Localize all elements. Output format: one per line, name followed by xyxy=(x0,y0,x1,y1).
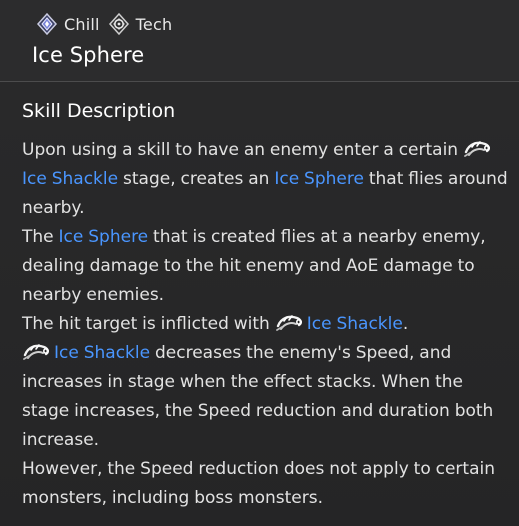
tooltip-header: Chill Tech Ice Sphere xyxy=(0,0,519,82)
ice-shackle-icon xyxy=(275,312,305,332)
ice-shackle-keyword[interactable]: Ice Shackle xyxy=(22,169,118,189)
skill-description: Upon using a skill to have an enemy ente… xyxy=(22,136,508,513)
description-paragraph-4: Ice Shackle decreases the enemy's Speed,… xyxy=(22,339,508,455)
ice-shackle-icon xyxy=(463,138,493,158)
description-text: . xyxy=(402,314,409,334)
tag-chill-label: Chill xyxy=(64,14,100,34)
ice-shackle-keyword[interactable]: Ice Shackle xyxy=(307,314,403,334)
ice-shackle-keyword[interactable]: Ice Shackle xyxy=(54,343,150,363)
tag-tech-label: Tech xyxy=(135,14,173,34)
tech-icon xyxy=(108,13,130,35)
section-title: Skill Description xyxy=(22,100,176,122)
description-text: The hit target is inflicted with xyxy=(22,314,275,334)
description-paragraph-2: The Ice Sphere that is created flies at … xyxy=(22,223,508,310)
description-text: However, the Speed reduction does not ap… xyxy=(22,459,496,508)
tag-chill: Chill xyxy=(36,13,100,35)
description-text: Upon using a skill to have an enemy ente… xyxy=(22,140,463,160)
description-text: The xyxy=(22,227,59,247)
chill-icon xyxy=(36,13,58,35)
description-paragraph-3: The hit target is inflicted with Ice Sha… xyxy=(22,310,508,339)
ice-sphere-keyword[interactable]: Ice Sphere xyxy=(274,169,364,189)
tag-tech: Tech xyxy=(108,13,173,35)
description-text: stage, creates an xyxy=(118,169,275,189)
description-paragraph-5: However, the Speed reduction does not ap… xyxy=(22,455,508,513)
skill-tooltip: Chill Tech Ice Sphere Skill Description … xyxy=(0,0,519,526)
ice-sphere-keyword[interactable]: Ice Sphere xyxy=(59,227,149,247)
ice-shackle-icon xyxy=(22,341,52,361)
description-paragraph-1: Upon using a skill to have an enemy ente… xyxy=(22,136,508,223)
skill-tags: Chill Tech xyxy=(36,13,172,35)
skill-title: Ice Sphere xyxy=(32,43,145,67)
